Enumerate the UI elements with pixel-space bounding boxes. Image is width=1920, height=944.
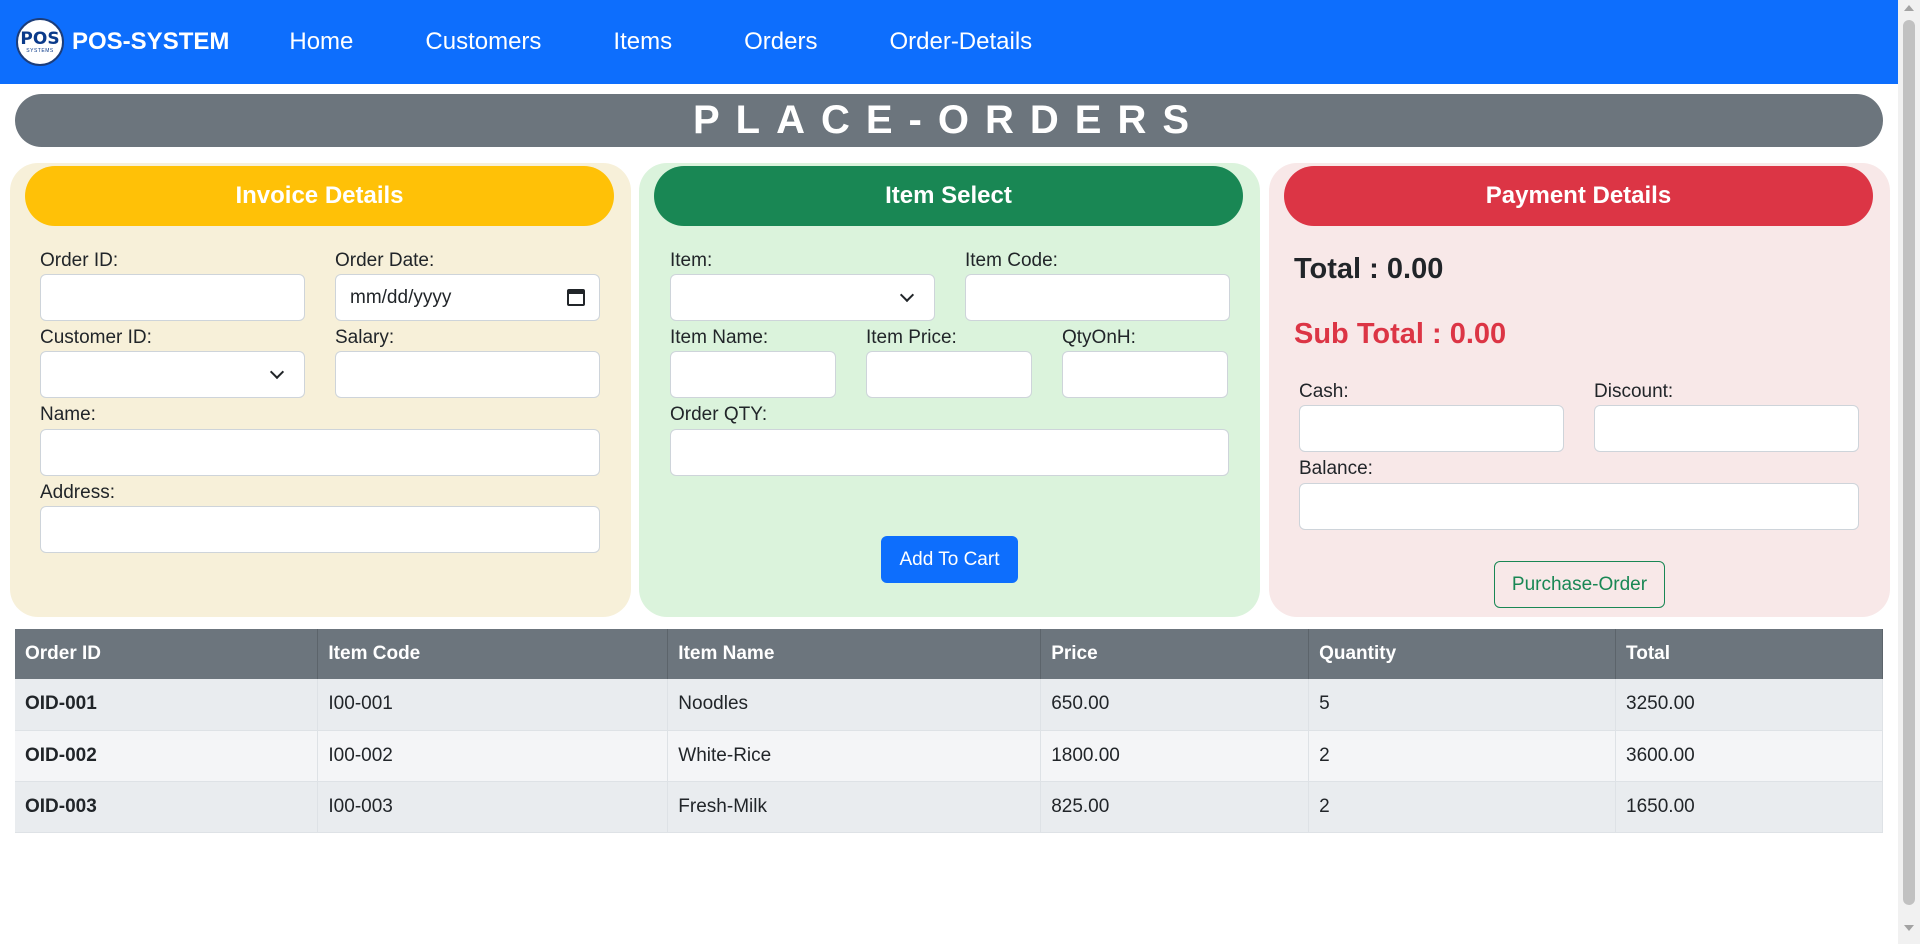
- cash-label: Cash:: [1299, 381, 1349, 402]
- chevron-down-icon: [899, 287, 915, 302]
- navbar: POS SYSTEMS POS-SYSTEM Home Customers It…: [0, 0, 1898, 84]
- logo-text: POS: [20, 28, 60, 49]
- item-name-label: Item Name:: [670, 327, 769, 348]
- cell-total: 3250.00: [1615, 679, 1883, 731]
- table-row[interactable]: OID-003 I00-003 Fresh-Milk 825.00 2 1650…: [15, 781, 1883, 833]
- cell-item-code: I00-001: [317, 679, 669, 731]
- customer-id-label: Customer ID:: [40, 327, 152, 348]
- table-row[interactable]: OID-001 I00-001 Noodles 650.00 5 3250.00: [15, 679, 1883, 731]
- table-row[interactable]: OID-002 I00-002 White-Rice 1800.00 2 360…: [15, 730, 1883, 782]
- customer-id-select[interactable]: [40, 351, 305, 398]
- brand[interactable]: POS SYSTEMS POS-SYSTEM: [16, 18, 229, 66]
- cell-total: 1650.00: [1615, 781, 1883, 833]
- page-title: PLACE-ORDERS: [692, 98, 1206, 142]
- invoice-details-heading: Invoice Details: [25, 166, 614, 226]
- cell-quantity: 5: [1308, 679, 1617, 731]
- table-header-row: Order ID Item Code Item Name Price Quant…: [15, 629, 1883, 679]
- order-date-label: Order Date:: [335, 250, 435, 271]
- item-code-input[interactable]: [965, 274, 1230, 321]
- col-order-id: Order ID: [15, 629, 319, 679]
- cell-item-name: Fresh-Milk: [667, 781, 1042, 833]
- name-label: Name:: [40, 404, 96, 425]
- cell-item-name: White-Rice: [667, 730, 1042, 782]
- cell-quantity: 2: [1308, 781, 1617, 833]
- order-id-input[interactable]: [40, 274, 305, 321]
- cell-item-code: I00-003: [317, 781, 669, 833]
- invoice-details-panel: Invoice Details Order ID: Order Date: mm…: [10, 163, 631, 617]
- scrollbar-thumb[interactable]: [1903, 20, 1915, 905]
- nav-link-home[interactable]: Home: [289, 28, 353, 56]
- scroll-down-arrow-icon[interactable]: [1904, 925, 1914, 931]
- qty-on-hand-input[interactable]: [1062, 351, 1228, 398]
- cell-price: 825.00: [1040, 781, 1310, 833]
- vertical-scrollbar[interactable]: [1898, 0, 1920, 944]
- cell-total: 3600.00: [1615, 730, 1883, 782]
- col-price: Price: [1040, 629, 1310, 679]
- purchase-order-button[interactable]: Purchase-Order: [1494, 561, 1665, 608]
- add-to-cart-button[interactable]: Add To Cart: [881, 536, 1018, 583]
- balance-input[interactable]: [1299, 483, 1859, 530]
- col-item-name: Item Name: [667, 629, 1042, 679]
- col-item-code: Item Code: [317, 629, 669, 679]
- order-date-value: mm/dd/yyyy: [350, 286, 452, 308]
- cell-price: 1800.00: [1040, 730, 1310, 782]
- cell-quantity: 2: [1308, 730, 1617, 782]
- order-qty-label: Order QTY:: [670, 404, 768, 425]
- qty-on-hand-label: QtyOnH:: [1062, 327, 1136, 348]
- nav-link-orders[interactable]: Orders: [744, 28, 817, 56]
- nav-links: Home Customers Items Orders Order-Detail…: [289, 28, 1104, 56]
- item-price-label: Item Price:: [866, 327, 957, 348]
- address-label: Address:: [40, 482, 115, 503]
- item-price-input[interactable]: [866, 351, 1032, 398]
- cell-item-name: Noodles: [667, 679, 1042, 731]
- item-label: Item:: [670, 250, 713, 271]
- order-id-label: Order ID:: [40, 250, 119, 271]
- total-amount: Total : 0.00: [1294, 253, 1444, 285]
- cell-order-id: OID-002: [15, 730, 319, 782]
- order-cart-table: Order ID Item Code Item Name Price Quant…: [15, 629, 1883, 833]
- salary-label: Salary:: [335, 327, 395, 348]
- order-date-input[interactable]: mm/dd/yyyy: [335, 274, 600, 321]
- name-input[interactable]: [40, 429, 600, 476]
- address-input[interactable]: [40, 506, 600, 553]
- cell-order-id: OID-003: [15, 781, 319, 833]
- col-quantity: Quantity: [1308, 629, 1617, 679]
- discount-input[interactable]: [1594, 405, 1859, 452]
- nav-link-items[interactable]: Items: [613, 28, 672, 56]
- item-select-heading: Item Select: [654, 166, 1243, 226]
- calendar-icon[interactable]: [567, 289, 585, 306]
- payment-details-heading: Payment Details: [1284, 166, 1873, 226]
- nav-link-order-details[interactable]: Order-Details: [889, 28, 1032, 56]
- sub-total-amount: Sub Total : 0.00: [1294, 318, 1507, 350]
- item-name-input[interactable]: [670, 351, 836, 398]
- nav-link-customers[interactable]: Customers: [425, 28, 541, 56]
- salary-input[interactable]: [335, 351, 600, 398]
- pos-logo-icon: POS SYSTEMS: [16, 18, 64, 66]
- item-code-label: Item Code:: [965, 250, 1058, 271]
- cell-order-id: OID-001: [15, 679, 319, 731]
- logo-subtext: SYSTEMS: [26, 47, 54, 54]
- balance-label: Balance:: [1299, 458, 1373, 479]
- chevron-down-icon: [269, 364, 285, 379]
- cell-price: 650.00: [1040, 679, 1310, 731]
- item-select[interactable]: [670, 274, 935, 321]
- page-title-bar: PLACE-ORDERS: [15, 94, 1883, 147]
- discount-label: Discount:: [1594, 381, 1674, 402]
- brand-name: POS-SYSTEM: [72, 28, 230, 55]
- cell-item-code: I00-002: [317, 730, 669, 782]
- scroll-up-arrow-icon[interactable]: [1904, 5, 1914, 11]
- payment-details-panel: Payment Details Total : 0.00 Sub Total :…: [1269, 163, 1890, 617]
- order-qty-input[interactable]: [670, 429, 1229, 476]
- item-select-panel: Item Select Item: Item Code: Item Name: …: [639, 163, 1260, 617]
- cash-input[interactable]: [1299, 405, 1564, 452]
- col-total: Total: [1615, 629, 1883, 679]
